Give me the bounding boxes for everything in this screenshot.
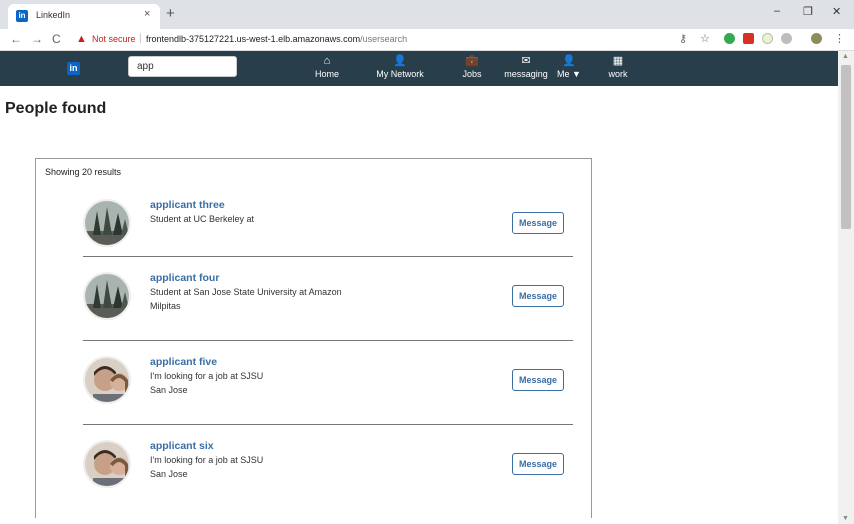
page-title: People found	[5, 100, 107, 117]
avatar[interactable]	[83, 272, 131, 320]
scroll-up-icon[interactable]: ▲	[842, 53, 849, 60]
nav-home[interactable]: ⌂ Home	[309, 55, 345, 80]
linkedin-favicon-icon: in	[16, 10, 28, 22]
url-path: /usersearch	[360, 34, 408, 44]
briefcase-icon: 💼	[465, 55, 479, 67]
reload-icon[interactable]: C	[52, 32, 61, 46]
tab-close-icon[interactable]: ×	[144, 8, 150, 20]
more-menu-icon[interactable]: ⋮	[834, 32, 845, 45]
applicant-name-link[interactable]: applicant four	[150, 272, 219, 284]
key-icon[interactable]: ⚷	[679, 32, 687, 45]
message-button[interactable]: Message	[512, 369, 564, 391]
person-icon: 👤	[562, 55, 576, 67]
nav-label: Home	[314, 69, 339, 79]
applicant-headline: I'm looking for a job at SJSU	[150, 455, 264, 465]
applicant-location: San Jose	[150, 385, 188, 395]
people-photo-icon	[85, 358, 129, 402]
divider	[83, 256, 573, 257]
avatar[interactable]	[83, 440, 131, 488]
nav-messaging[interactable]: ✉ messaging	[503, 55, 549, 80]
nav-label: Jobs	[462, 69, 482, 79]
message-button[interactable]: Message	[512, 212, 564, 234]
extension-green-icon[interactable]	[724, 33, 735, 44]
nav-work[interactable]: ▦ work	[603, 55, 633, 80]
star-icon[interactable]: ☆	[700, 32, 710, 45]
trees-photo-icon	[85, 201, 129, 245]
home-icon: ⌂	[323, 55, 331, 67]
back-icon[interactable]: ←	[10, 32, 22, 46]
message-button[interactable]: Message	[512, 453, 564, 475]
forward-icon[interactable]: →	[31, 32, 43, 46]
url-separator: |	[139, 33, 142, 44]
linkedin-logo-icon[interactable]: in	[67, 62, 80, 75]
people-photo-icon	[85, 442, 129, 486]
message-button[interactable]: Message	[512, 285, 564, 307]
scroll-thumb[interactable]	[841, 65, 851, 229]
maximize-icon[interactable]: ❐	[803, 5, 813, 18]
nav-label: Me ▼	[557, 69, 581, 79]
grid-icon: ▦	[612, 55, 624, 67]
applicant-name-link[interactable]: applicant three	[150, 199, 225, 211]
envelope-icon: ✉	[521, 55, 531, 67]
new-tab-icon[interactable]: +	[166, 5, 175, 22]
avatar[interactable]	[83, 356, 131, 404]
scroll-down-icon[interactable]: ▼	[842, 515, 849, 522]
applicant-headline: Student at UC Berkeley at	[150, 214, 255, 224]
applicant-location: Milpitas	[150, 301, 181, 311]
extension-light-icon[interactable]	[762, 33, 773, 44]
tab-title: LinkedIn	[36, 10, 71, 20]
browser-tab[interactable]: in LinkedIn ×	[8, 4, 160, 29]
browser-toolbar: ← → C ▲ Not secure | frontendlb-37512722…	[0, 29, 854, 51]
applicant-name-link[interactable]: applicant six	[150, 440, 214, 452]
warning-icon: ▲	[76, 33, 87, 45]
url-host: frontendlb-375127221.us-west-1.elb.amazo…	[146, 34, 361, 44]
results-count: Showing 20 results	[45, 167, 122, 177]
address-bar[interactable]: frontendlb-375127221.us-west-1.elb.amazo…	[146, 34, 407, 44]
applicant-location: San Jose	[150, 469, 188, 479]
person-icon: 👤	[393, 55, 407, 67]
browser-tabstrip: in LinkedIn × + – ❐ ✕	[0, 0, 854, 29]
not-secure-label[interactable]: Not secure	[92, 34, 136, 44]
applicant-headline: Student at San Jose State University at …	[150, 287, 342, 297]
trees-photo-icon	[85, 274, 129, 318]
extension-red-icon[interactable]	[743, 33, 754, 44]
applicant-headline: I'm looking for a job at SJSU	[150, 371, 264, 381]
nav-label: My Network	[376, 69, 424, 79]
extension-grey-icon[interactable]	[781, 33, 792, 44]
avatar[interactable]	[83, 199, 131, 247]
minimize-icon[interactable]: –	[774, 5, 780, 17]
nav-jobs[interactable]: 💼 Jobs	[457, 55, 487, 80]
applicant-name-link[interactable]: applicant five	[150, 356, 217, 368]
nav-label: work	[608, 69, 628, 79]
window-close-icon[interactable]: ✕	[832, 5, 841, 18]
nav-my-network[interactable]: 👤 My Network	[372, 55, 428, 80]
nav-me-dropdown[interactable]: 👤 Me ▼	[554, 55, 584, 80]
app-navbar: in ⌂ Home 👤 My Network 💼 Jobs ✉ messagin…	[0, 51, 838, 86]
results-card: Showing 20 results applicant three Stude…	[35, 158, 592, 518]
nav-label: messaging	[504, 69, 548, 79]
divider	[83, 340, 573, 341]
divider	[83, 424, 573, 425]
search-input[interactable]	[128, 56, 237, 77]
profile-avatar-icon[interactable]	[811, 33, 822, 44]
page-scrollbar[interactable]: ▲ ▼	[838, 51, 854, 524]
